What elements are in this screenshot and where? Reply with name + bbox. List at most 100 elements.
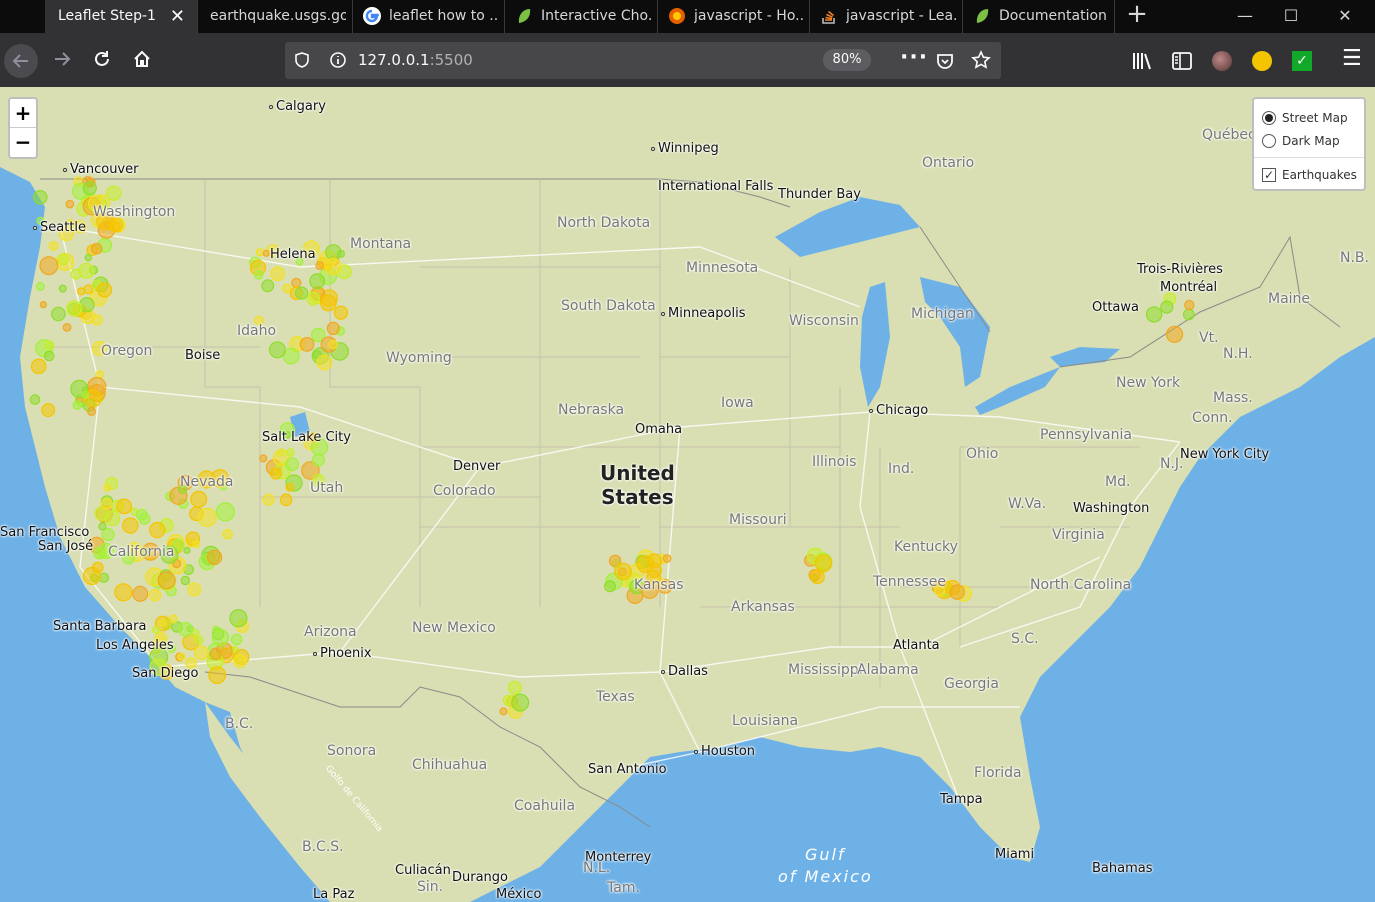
page-actions-icon[interactable]: ··· [900,45,928,70]
earthquake-marker[interactable] [168,614,178,624]
earthquake-marker[interactable] [83,284,94,295]
earthquake-marker[interactable] [206,549,223,565]
earthquake-marker[interactable] [316,354,333,371]
earthquakes-checkbox[interactable]: ✓ [1262,168,1276,182]
earthquake-marker[interactable] [93,547,106,560]
earthquake-marker[interactable] [30,358,47,375]
earthquake-marker[interactable] [77,287,86,296]
earthquake-marker[interactable] [208,666,227,684]
earthquake-marker[interactable] [511,693,530,712]
earthquake-marker[interactable] [190,490,208,508]
earthquake-marker[interactable] [122,517,139,534]
earthquake-marker[interactable] [39,301,47,309]
earthquake-marker[interactable] [178,622,194,637]
earthquake-marker[interactable] [82,181,97,196]
earthquake-marker[interactable] [285,482,295,492]
back-button[interactable] [4,44,38,78]
earthquake-marker[interactable] [194,635,204,645]
earthquake-marker[interactable] [499,707,508,716]
sidebar-icon[interactable] [1171,51,1193,71]
earthquake-marker[interactable] [66,300,83,317]
earthquake-marker[interactable] [35,282,45,292]
minimize-icon[interactable]: — [1222,0,1268,33]
new-tab-button[interactable]: + [1114,0,1160,33]
earthquake-marker[interactable] [282,283,292,294]
earthquake-marker[interactable] [230,633,243,646]
maximize-icon[interactable]: ☐ [1268,0,1314,33]
address-bar[interactable]: 127.0.0.1:5500 80% ··· [285,42,1001,79]
earthquake-marker[interactable] [320,294,337,312]
earthquake-marker[interactable] [32,190,48,205]
earthquake-marker[interactable] [233,654,247,669]
earthquake-marker[interactable] [306,291,321,306]
earthquake-marker[interactable] [132,585,149,602]
earthquake-marker[interactable] [333,305,349,320]
tab-javascript-lea[interactable]: javascript - Lea... [810,0,963,33]
earthquake-marker[interactable] [109,220,121,232]
earthquake-marker[interactable] [315,261,325,271]
earthquake-marker[interactable] [209,647,222,661]
earthquake-marker[interactable] [103,483,112,492]
earthquake-marker[interactable] [295,286,309,300]
zoom-in-button[interactable]: + [10,99,36,128]
earthquake-marker[interactable] [279,493,293,507]
home-button[interactable] [126,43,158,75]
earthquake-marker[interactable] [148,588,162,602]
earthquake-marker[interactable] [259,454,268,463]
zoom-level-badge[interactable]: 80% [823,49,871,71]
earthquake-marker[interactable] [268,341,286,359]
earthquake-marker[interactable] [96,282,113,298]
earthquake-marker[interactable] [285,448,295,457]
earthquake-marker[interactable] [1145,306,1163,323]
earthquake-marker[interactable] [1182,308,1195,321]
earthquake-marker[interactable] [614,562,632,581]
reload-button[interactable] [86,43,118,75]
info-icon[interactable] [329,51,347,69]
earthquake-marker[interactable] [58,284,67,293]
earthquake-marker[interactable] [507,680,522,695]
earthquake-marker[interactable] [98,522,107,531]
earthquake-marker[interactable] [291,277,302,288]
dark-map-radio[interactable] [1262,134,1276,148]
menu-icon[interactable]: ☰ [1342,46,1362,71]
earthquake-marker[interactable] [662,554,672,563]
earthquake-marker[interactable] [72,400,83,410]
earthquake-marker[interactable] [262,249,270,257]
earthquake-marker[interactable] [116,498,133,515]
earthquake-marker[interactable] [158,619,167,627]
earthquake-marker[interactable] [187,582,202,597]
close-window-icon[interactable]: ✕ [1322,0,1368,33]
earthquake-marker[interactable] [309,273,326,290]
earthquake-marker[interactable] [1160,300,1174,314]
earthquake-marker[interactable] [92,561,104,574]
earthquake-marker[interactable] [91,314,103,326]
bookmark-star-icon[interactable] [971,50,991,70]
earthquake-marker[interactable] [1184,299,1195,311]
earthquake-marker[interactable] [646,553,663,569]
earthquake-marker[interactable] [41,403,56,418]
earthquake-marker[interactable] [105,185,122,201]
earthquake-marker[interactable] [325,244,342,261]
tab-leaflet-step-1[interactable]: Leaflet Step-1 ✕ [45,0,198,33]
earthquake-marker[interactable] [311,453,326,467]
pocket-icon[interactable] [935,51,955,71]
earthquake-marker[interactable] [814,554,833,573]
earthquake-marker[interactable] [328,339,338,350]
tab-documentation[interactable]: Documentation [963,0,1115,33]
earthquake-marker[interactable] [229,609,248,628]
earthquake-marker[interactable] [270,266,285,282]
earthquake-marker[interactable] [192,540,201,549]
earthquake-marker[interactable] [50,306,66,322]
earthquake-marker[interactable] [269,467,282,480]
earthquake-marker[interactable] [603,580,616,593]
earthquakes-option[interactable]: ✓ Earthquakes [1262,166,1357,184]
dark-map-option[interactable]: Dark Map [1262,132,1340,150]
earthquake-marker[interactable] [1165,325,1184,343]
earthquake-marker[interactable] [149,521,166,539]
earthquake-marker[interactable] [135,508,148,521]
earthquake-marker[interactable] [57,253,70,266]
earthquake-marker[interactable] [262,493,275,506]
earthquake-marker[interactable] [65,199,75,209]
earthquake-marker[interactable] [44,340,55,351]
earthquake-marker[interactable] [29,394,41,405]
